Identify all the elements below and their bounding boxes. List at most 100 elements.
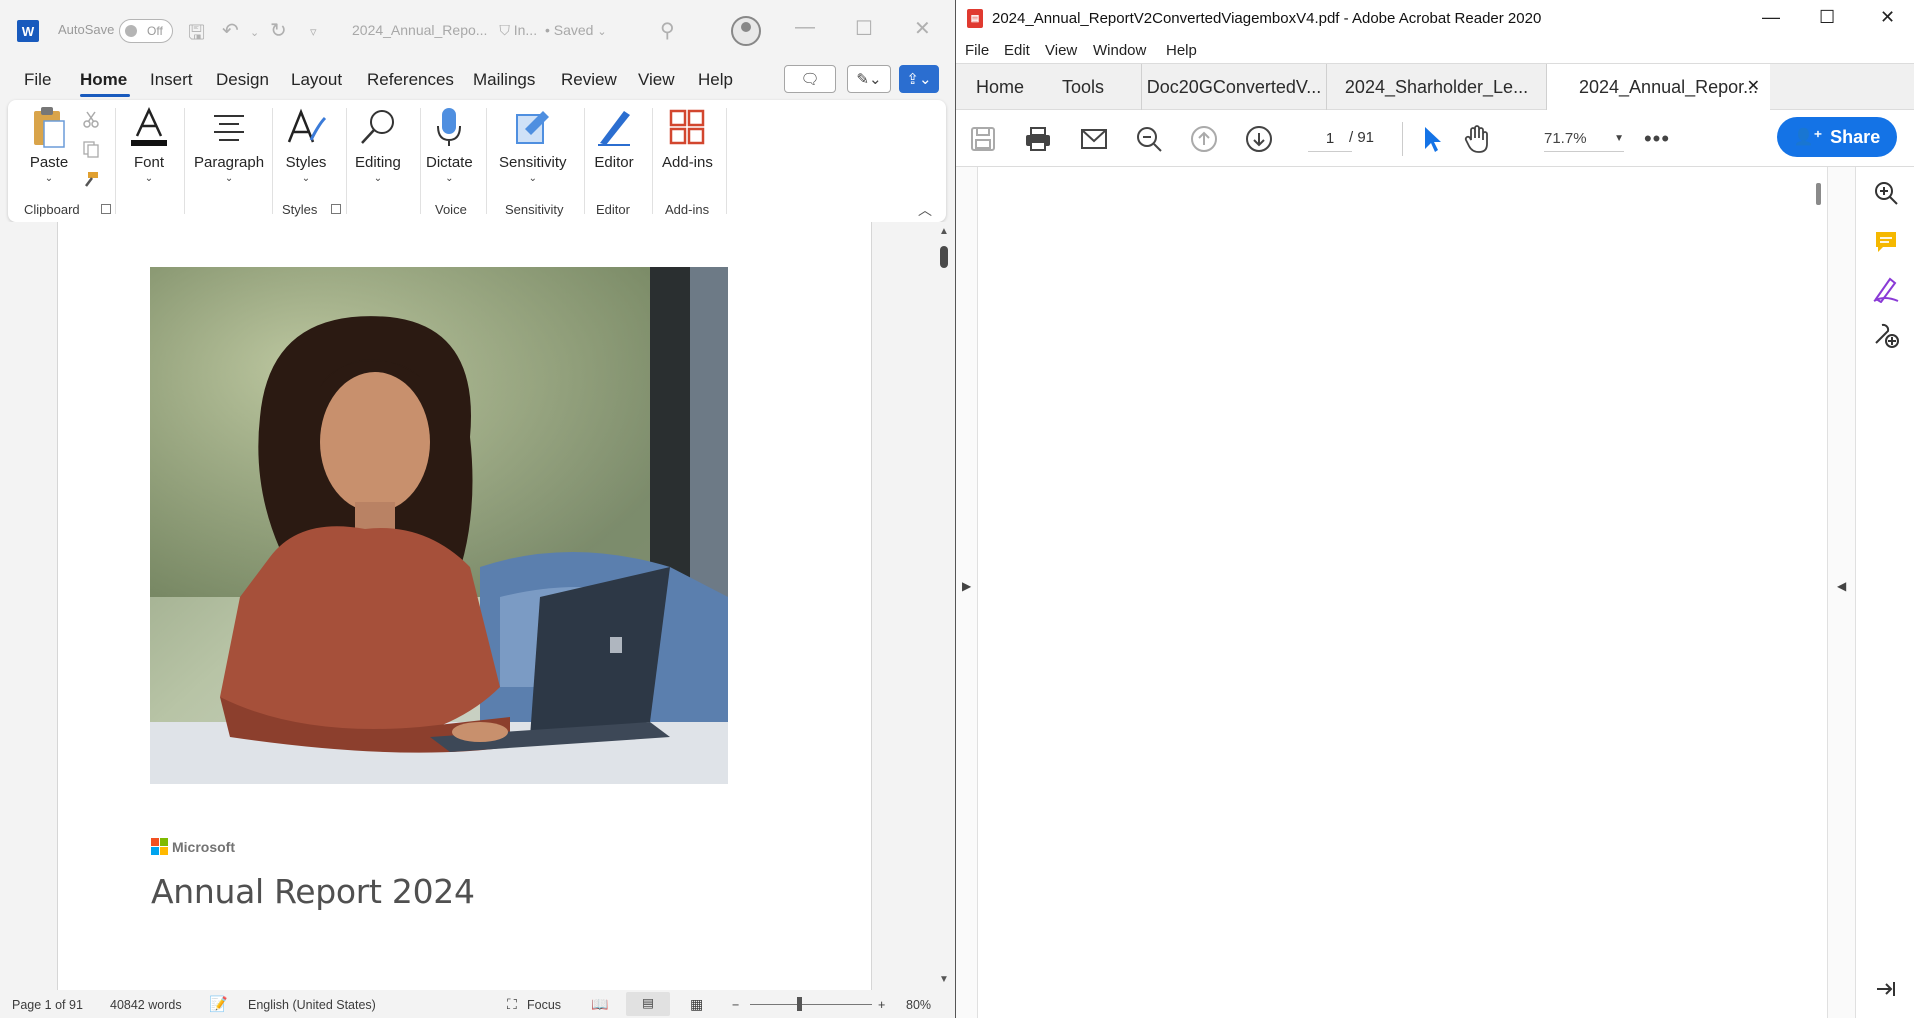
paragraph-button[interactable]: Paragraph ⌄ <box>194 106 264 184</box>
zoom-search-icon[interactable] <box>1134 124 1164 154</box>
zoom-slider-thumb[interactable] <box>797 997 802 1011</box>
scroll-thumb[interactable] <box>940 246 948 268</box>
zoom-out-icon[interactable]: − <box>732 998 739 1012</box>
close-tab-icon[interactable]: ✕ <box>1747 76 1760 96</box>
maximize-icon[interactable]: ☐ <box>1819 7 1835 28</box>
zoom-select[interactable]: 71.7% ▼ <box>1544 126 1624 152</box>
comment-icon[interactable] <box>1872 228 1900 256</box>
tab-design[interactable]: Design <box>216 70 269 90</box>
font-button[interactable]: Font ⌄ <box>128 106 170 184</box>
email-icon[interactable] <box>1079 124 1109 154</box>
sign-icon[interactable] <box>1872 275 1900 303</box>
save-icon[interactable] <box>968 124 998 154</box>
clipboard-launcher-icon[interactable] <box>101 204 111 214</box>
cut-icon[interactable] <box>82 110 100 128</box>
read-mode-icon[interactable]: 📖 <box>591 996 608 1013</box>
styles-launcher-icon[interactable] <box>331 204 341 214</box>
microphone-icon <box>428 106 470 148</box>
close-icon[interactable]: ✕ <box>914 16 931 41</box>
document-heading: Annual Report 2024 <box>151 872 475 911</box>
undo-icon[interactable]: ↶ <box>222 18 239 43</box>
tab-layout[interactable]: Layout <box>291 70 342 90</box>
language-status[interactable]: English (United States) <box>248 998 376 1012</box>
styles-button[interactable]: Styles ⌄ <box>285 106 327 184</box>
more-tools-icon[interactable] <box>1872 321 1900 349</box>
minimize-icon[interactable]: — <box>795 16 815 39</box>
word-vertical-scrollbar[interactable]: ▲ ▼ <box>936 222 952 990</box>
minimize-icon[interactable]: — <box>1762 7 1780 28</box>
more-tools-icon[interactable]: ••• <box>1642 124 1672 154</box>
next-page-icon[interactable] <box>1244 124 1274 154</box>
zoom-in-icon[interactable]: + <box>878 998 885 1012</box>
web-layout-icon[interactable]: ▦ <box>690 996 703 1013</box>
addins-button[interactable]: Add-ins <box>662 106 713 171</box>
comments-button[interactable]: 🗨 <box>784 65 836 93</box>
page-number-input[interactable]: 1 <box>1308 126 1352 152</box>
avatar[interactable] <box>731 16 761 46</box>
proofing-icon[interactable]: 📝 <box>209 995 228 1013</box>
document-title[interactable]: 2024_Annual_Repo... ⛉ In... • Saved ⌄ <box>352 22 607 39</box>
save-icon[interactable]: 🖫 <box>188 18 205 52</box>
print-layout-icon[interactable]: ▤ <box>626 992 670 1016</box>
tab-mailings[interactable]: Mailings <box>473 70 535 90</box>
tab-home[interactable]: Home <box>976 64 1024 110</box>
editing-button[interactable]: Editing ⌄ <box>355 106 401 184</box>
expand-left-icon[interactable]: ▶ <box>962 579 971 593</box>
paste-button[interactable]: Paste ⌄ <box>28 106 70 184</box>
scroll-down-icon[interactable]: ▼ <box>939 974 949 985</box>
tab-help[interactable]: Help <box>698 70 733 90</box>
menu-help[interactable]: Help <box>1166 42 1197 59</box>
tab-file[interactable]: File <box>24 70 51 90</box>
editor-button[interactable]: Editor <box>593 106 635 171</box>
redo-icon[interactable]: ↻ <box>270 18 287 43</box>
undo-dropdown-icon[interactable]: ⌄ <box>250 26 259 39</box>
format-painter-icon[interactable] <box>82 170 100 188</box>
close-icon[interactable]: ✕ <box>1880 7 1895 28</box>
customize-qat-icon[interactable]: ▿ <box>310 24 317 40</box>
sensitivity-button[interactable]: Sensitivity ⌄ <box>499 106 567 184</box>
tab-document[interactable]: Doc20GConvertedV... <box>1141 64 1326 110</box>
menu-edit[interactable]: Edit <box>1004 42 1030 59</box>
left-panel-toggle[interactable]: ▶ <box>956 167 978 1018</box>
menu-window[interactable]: Window <box>1093 42 1146 59</box>
editing-mode-button[interactable]: ✎⌄ <box>847 65 891 93</box>
tab-tools[interactable]: Tools <box>1062 64 1104 110</box>
tab-view[interactable]: View <box>638 70 675 90</box>
search-icon[interactable]: ⚲ <box>660 18 675 43</box>
share-button[interactable]: ⇪⌄ <box>899 65 939 93</box>
tab-document-active[interactable]: 2024_Annual_Repor... ✕ <box>1546 64 1770 111</box>
print-icon[interactable] <box>1023 124 1053 154</box>
autosave-toggle[interactable]: Off <box>119 19 173 43</box>
document-page[interactable]: Microsoft Annual Report 2024 <box>57 222 872 990</box>
previous-page-icon[interactable] <box>1189 124 1219 154</box>
scroll-up-icon[interactable]: ▲ <box>939 226 949 237</box>
tab-references[interactable]: References <box>367 70 454 90</box>
right-panel-toggle[interactable]: ◀ <box>1827 167 1856 1018</box>
page-count[interactable]: Page 1 of 91 <box>12 998 83 1012</box>
pdf-viewport[interactable]: ▶ ◀ <box>956 167 1856 1018</box>
styles-label: Styles <box>285 154 327 171</box>
collapse-ribbon-icon[interactable]: ︿ <box>918 200 932 220</box>
tab-document[interactable]: 2024_Sharholder_Le... <box>1326 64 1546 110</box>
maximize-icon[interactable]: ☐ <box>855 16 873 41</box>
menu-view[interactable]: View <box>1045 42 1077 59</box>
expand-right-icon[interactable]: ◀ <box>1837 579 1846 593</box>
hand-tool-icon[interactable] <box>1462 124 1492 154</box>
dictate-button[interactable]: Dictate ⌄ <box>426 106 473 184</box>
zoom-level[interactable]: 80% <box>906 998 931 1012</box>
word-count[interactable]: 40842 words <box>110 998 182 1012</box>
tab-review[interactable]: Review <box>561 70 617 90</box>
pdf-vertical-scrollbar[interactable] <box>1811 167 1827 1018</box>
copy-icon[interactable] <box>82 140 100 158</box>
collapse-pane-icon[interactable] <box>1872 975 1900 1003</box>
focus-button[interactable]: Focus <box>527 998 561 1012</box>
scroll-thumb[interactable] <box>1816 183 1821 205</box>
tab-insert[interactable]: Insert <box>150 70 193 90</box>
share-button[interactable]: 👤⁺ Share <box>1777 117 1897 157</box>
zoom-in-icon[interactable] <box>1872 179 1900 207</box>
tab-home[interactable]: Home <box>80 70 127 90</box>
document-area: Microsoft Annual Report 2024 <box>0 222 955 990</box>
menu-file[interactable]: File <box>965 42 989 59</box>
select-cursor-icon[interactable] <box>1417 124 1447 154</box>
zoom-slider[interactable] <box>750 1004 872 1005</box>
